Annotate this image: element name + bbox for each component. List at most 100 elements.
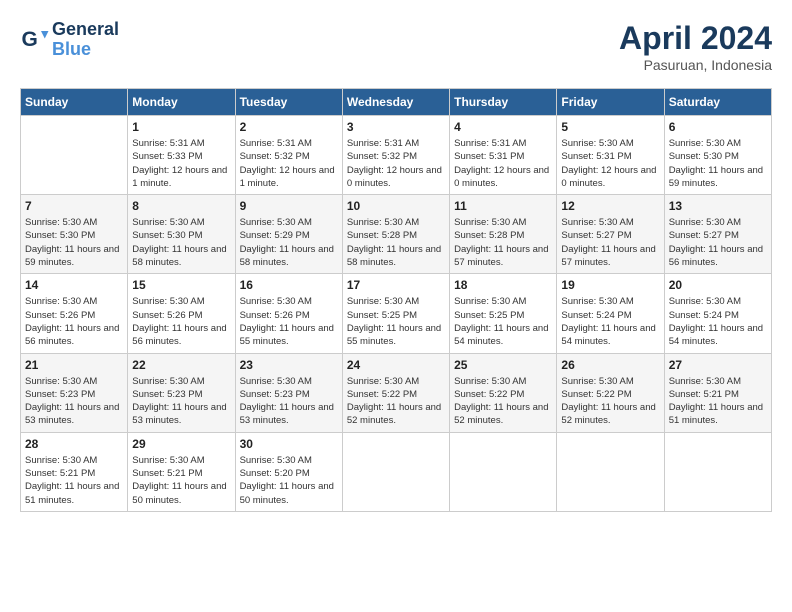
calendar-cell: 17 Sunrise: 5:30 AMSunset: 5:25 PMDayligh… xyxy=(342,274,449,353)
day-info: Sunrise: 5:30 AMSunset: 5:29 PMDaylight:… xyxy=(240,216,338,269)
day-number: 12 xyxy=(561,199,659,213)
logo-text-line1: General xyxy=(52,20,119,40)
calendar-cell: 18 Sunrise: 5:30 AMSunset: 5:25 PMDayligh… xyxy=(450,274,557,353)
day-number: 16 xyxy=(240,278,338,292)
day-number: 13 xyxy=(669,199,767,213)
logo-icon: G xyxy=(20,25,50,55)
day-number: 5 xyxy=(561,120,659,134)
day-number: 30 xyxy=(240,437,338,451)
calendar-cell: 26 Sunrise: 5:30 AMSunset: 5:22 PMDayligh… xyxy=(557,353,664,432)
day-info: Sunrise: 5:30 AMSunset: 5:28 PMDaylight:… xyxy=(454,216,552,269)
calendar-header-row: SundayMondayTuesdayWednesdayThursdayFrid… xyxy=(21,89,772,116)
day-number: 7 xyxy=(25,199,123,213)
day-number: 4 xyxy=(454,120,552,134)
day-number: 21 xyxy=(25,358,123,372)
day-number: 20 xyxy=(669,278,767,292)
calendar-cell: 16 Sunrise: 5:30 AMSunset: 5:26 PMDayligh… xyxy=(235,274,342,353)
calendar-cell xyxy=(450,432,557,511)
calendar-cell: 12 Sunrise: 5:30 AMSunset: 5:27 PMDayligh… xyxy=(557,195,664,274)
day-info: Sunrise: 5:30 AMSunset: 5:21 PMDaylight:… xyxy=(25,454,123,507)
calendar-cell: 10 Sunrise: 5:30 AMSunset: 5:28 PMDayligh… xyxy=(342,195,449,274)
calendar-cell: 4 Sunrise: 5:31 AMSunset: 5:31 PMDaylight… xyxy=(450,116,557,195)
day-number: 18 xyxy=(454,278,552,292)
calendar-cell: 14 Sunrise: 5:30 AMSunset: 5:26 PMDayligh… xyxy=(21,274,128,353)
weekday-header: Tuesday xyxy=(235,89,342,116)
day-info: Sunrise: 5:30 AMSunset: 5:27 PMDaylight:… xyxy=(561,216,659,269)
day-info: Sunrise: 5:30 AMSunset: 5:20 PMDaylight:… xyxy=(240,454,338,507)
day-number: 1 xyxy=(132,120,230,134)
day-info: Sunrise: 5:30 AMSunset: 5:23 PMDaylight:… xyxy=(25,375,123,428)
day-info: Sunrise: 5:30 AMSunset: 5:22 PMDaylight:… xyxy=(561,375,659,428)
day-number: 14 xyxy=(25,278,123,292)
day-info: Sunrise: 5:30 AMSunset: 5:23 PMDaylight:… xyxy=(132,375,230,428)
calendar-cell xyxy=(557,432,664,511)
day-number: 3 xyxy=(347,120,445,134)
logo: G General Blue xyxy=(20,20,119,60)
page-header: G General Blue April 2024 Pasuruan, Indo… xyxy=(20,20,772,73)
weekday-header: Sunday xyxy=(21,89,128,116)
calendar-cell: 13 Sunrise: 5:30 AMSunset: 5:27 PMDayligh… xyxy=(664,195,771,274)
calendar-cell: 9 Sunrise: 5:30 AMSunset: 5:29 PMDaylight… xyxy=(235,195,342,274)
day-info: Sunrise: 5:30 AMSunset: 5:30 PMDaylight:… xyxy=(669,137,767,190)
calendar-cell: 11 Sunrise: 5:30 AMSunset: 5:28 PMDayligh… xyxy=(450,195,557,274)
calendar-cell: 30 Sunrise: 5:30 AMSunset: 5:20 PMDayligh… xyxy=(235,432,342,511)
day-info: Sunrise: 5:30 AMSunset: 5:27 PMDaylight:… xyxy=(669,216,767,269)
day-info: Sunrise: 5:30 AMSunset: 5:23 PMDaylight:… xyxy=(240,375,338,428)
weekday-header: Monday xyxy=(128,89,235,116)
day-info: Sunrise: 5:31 AMSunset: 5:32 PMDaylight:… xyxy=(347,137,445,190)
day-number: 6 xyxy=(669,120,767,134)
weekday-header: Wednesday xyxy=(342,89,449,116)
day-number: 2 xyxy=(240,120,338,134)
day-info: Sunrise: 5:31 AMSunset: 5:32 PMDaylight:… xyxy=(240,137,338,190)
calendar-cell: 21 Sunrise: 5:30 AMSunset: 5:23 PMDayligh… xyxy=(21,353,128,432)
calendar-cell: 24Sunrise: 5:30 AMSunset: 5:22 PMDayligh… xyxy=(342,353,449,432)
weekday-header: Saturday xyxy=(664,89,771,116)
calendar-cell: 27 Sunrise: 5:30 AMSunset: 5:21 PMDayligh… xyxy=(664,353,771,432)
day-number: 27 xyxy=(669,358,767,372)
month-title: April 2024 xyxy=(619,20,772,57)
day-number: 26 xyxy=(561,358,659,372)
day-info: Sunrise: 5:30 AMSunset: 5:26 PMDaylight:… xyxy=(25,295,123,348)
day-info: Sunrise: 5:30 AMSunset: 5:25 PMDaylight:… xyxy=(347,295,445,348)
day-info: Sunrise: 5:30 AMSunset: 5:25 PMDaylight:… xyxy=(454,295,552,348)
calendar-cell xyxy=(21,116,128,195)
calendar-cell: 23Sunrise: 5:30 AMSunset: 5:23 PMDayligh… xyxy=(235,353,342,432)
day-info: Sunrise: 5:31 AMSunset: 5:31 PMDaylight:… xyxy=(454,137,552,190)
day-number: 28 xyxy=(25,437,123,451)
calendar-cell xyxy=(664,432,771,511)
calendar-cell: 5 Sunrise: 5:30 AMSunset: 5:31 PMDaylight… xyxy=(557,116,664,195)
day-number: 10 xyxy=(347,199,445,213)
day-number: 8 xyxy=(132,199,230,213)
calendar-cell: 8 Sunrise: 5:30 AMSunset: 5:30 PMDaylight… xyxy=(128,195,235,274)
day-info: Sunrise: 5:30 AMSunset: 5:26 PMDaylight:… xyxy=(132,295,230,348)
day-number: 24 xyxy=(347,358,445,372)
day-number: 25 xyxy=(454,358,552,372)
calendar-cell: 2 Sunrise: 5:31 AMSunset: 5:32 PMDaylight… xyxy=(235,116,342,195)
day-info: Sunrise: 5:30 AMSunset: 5:26 PMDaylight:… xyxy=(240,295,338,348)
calendar-table: SundayMondayTuesdayWednesdayThursdayFrid… xyxy=(20,88,772,512)
day-number: 9 xyxy=(240,199,338,213)
day-info: Sunrise: 5:30 AMSunset: 5:28 PMDaylight:… xyxy=(347,216,445,269)
day-info: Sunrise: 5:30 AMSunset: 5:30 PMDaylight:… xyxy=(25,216,123,269)
day-number: 22 xyxy=(132,358,230,372)
day-info: Sunrise: 5:30 AMSunset: 5:31 PMDaylight:… xyxy=(561,137,659,190)
day-number: 11 xyxy=(454,199,552,213)
weekday-header: Thursday xyxy=(450,89,557,116)
day-number: 17 xyxy=(347,278,445,292)
calendar-cell: 22 Sunrise: 5:30 AMSunset: 5:23 PMDayligh… xyxy=(128,353,235,432)
day-info: Sunrise: 5:30 AMSunset: 5:21 PMDaylight:… xyxy=(669,375,767,428)
title-area: April 2024 Pasuruan, Indonesia xyxy=(619,20,772,73)
calendar-cell: 20Sunrise: 5:30 AMSunset: 5:24 PMDayligh… xyxy=(664,274,771,353)
calendar-cell: 6 Sunrise: 5:30 AMSunset: 5:30 PMDaylight… xyxy=(664,116,771,195)
weekday-header: Friday xyxy=(557,89,664,116)
calendar-cell: 28 Sunrise: 5:30 AMSunset: 5:21 PMDayligh… xyxy=(21,432,128,511)
day-info: Sunrise: 5:31 AMSunset: 5:33 PMDaylight:… xyxy=(132,137,230,190)
day-info: Sunrise: 5:30 AMSunset: 5:22 PMDaylight:… xyxy=(454,375,552,428)
calendar-cell: 15Sunrise: 5:30 AMSunset: 5:26 PMDayligh… xyxy=(128,274,235,353)
calendar-cell: 1 Sunrise: 5:31 AMSunset: 5:33 PMDaylight… xyxy=(128,116,235,195)
calendar-cell: 25 Sunrise: 5:30 AMSunset: 5:22 PMDayligh… xyxy=(450,353,557,432)
day-info: Sunrise: 5:30 AMSunset: 5:30 PMDaylight:… xyxy=(132,216,230,269)
logo-text-line2: Blue xyxy=(52,40,119,60)
calendar-cell: 29Sunrise: 5:30 AMSunset: 5:21 PMDayligh… xyxy=(128,432,235,511)
day-info: Sunrise: 5:30 AMSunset: 5:21 PMDaylight:… xyxy=(132,454,230,507)
